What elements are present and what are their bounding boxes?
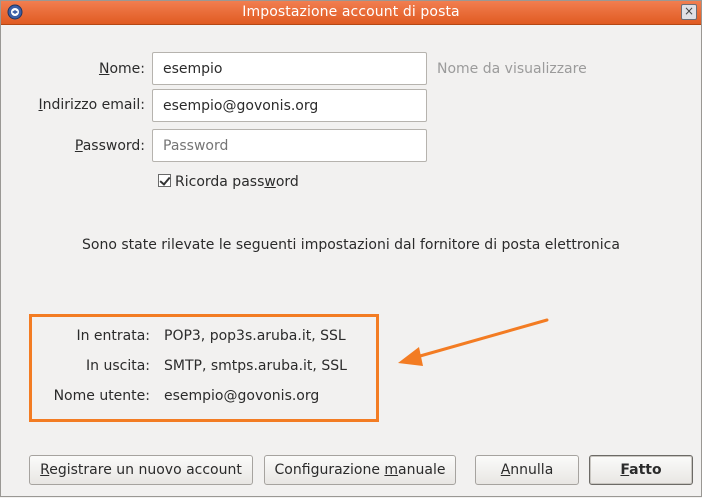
manual-configuration-button[interactable]: Configurazione manuale — [264, 455, 456, 485]
account-setup-dialog: Impostazione account di posta × Nome: No… — [0, 0, 702, 497]
annotation-arrow — [398, 318, 549, 366]
done-rest: atto — [629, 462, 662, 478]
manual-post: anuale — [398, 462, 446, 478]
register-key: R — [40, 462, 50, 478]
register-new-account-button[interactable]: Registrare un nuovo account — [29, 455, 253, 485]
manual-key: m — [384, 462, 399, 478]
done-button[interactable]: Fatto — [589, 455, 693, 485]
done-key: F — [620, 462, 630, 478]
manual-pre: Configurazione — [274, 462, 385, 478]
cancel-key: A — [500, 462, 511, 478]
cancel-rest: nnulla — [510, 462, 554, 478]
register-rest: egistrare un nuovo account — [49, 462, 242, 478]
cancel-button[interactable]: Annulla — [475, 455, 579, 485]
